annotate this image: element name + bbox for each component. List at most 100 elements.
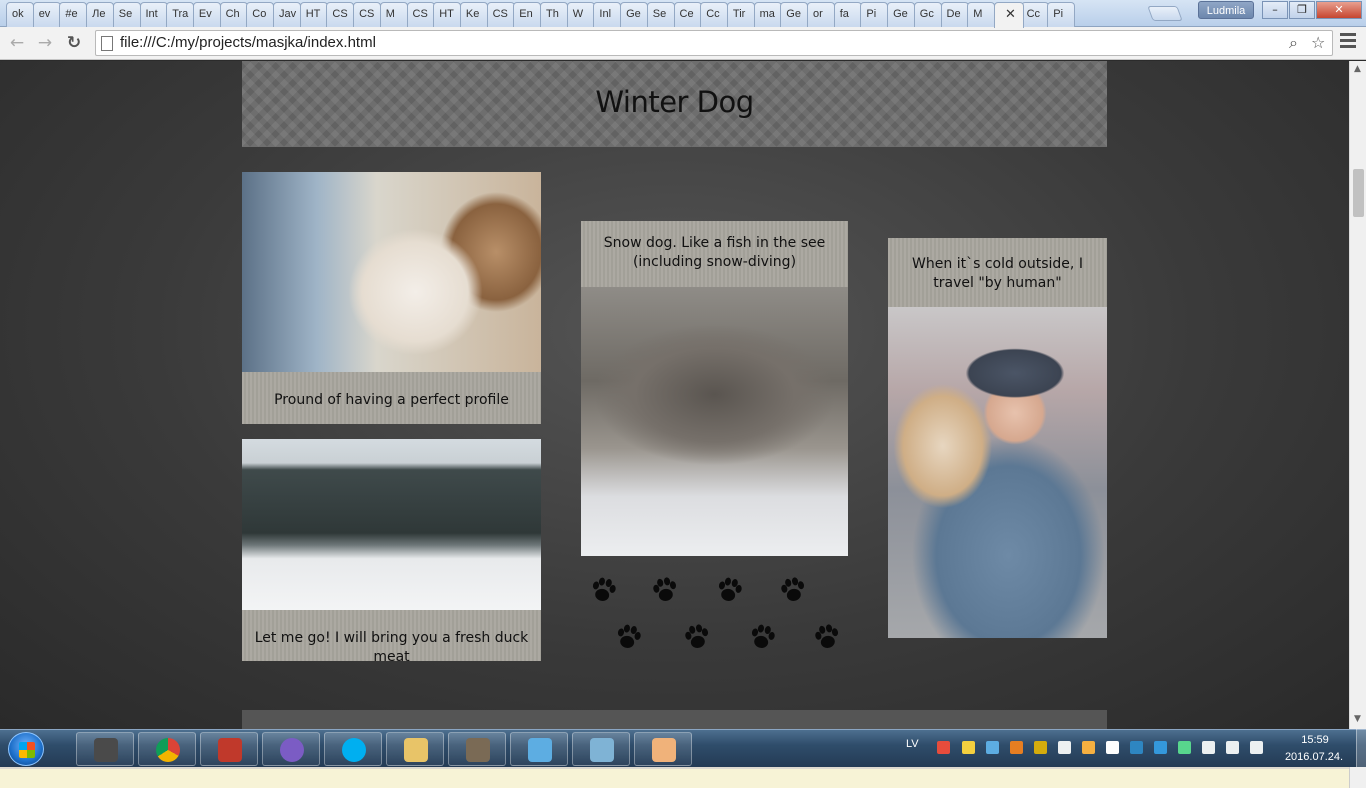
browser-tab[interactable]: fa [833,2,862,27]
taskbar-app-button[interactable] [634,732,692,766]
browser-tab[interactable]: Cc [700,2,729,27]
taskbar-app-button[interactable] [324,732,382,766]
scroll-up-icon[interactable]: ▲ [1354,64,1361,74]
browser-tab[interactable]: CS [406,2,435,27]
taskbar-app-button[interactable] [262,732,320,766]
browser-tab[interactable]: CS [486,2,515,27]
usb-icon[interactable] [1202,741,1215,754]
disk-icon[interactable] [1082,741,1095,754]
scroll-down-icon[interactable]: ▼ [1354,714,1361,724]
tab-close-icon[interactable]: ✕ [1005,3,1016,25]
browser-tab[interactable]: Ev [192,2,221,27]
tab-label: Tra [172,8,189,20]
dropbox-icon[interactable] [1058,741,1071,754]
browser-tab[interactable]: Tir [726,2,755,27]
new-tab-button[interactable] [1147,6,1183,21]
browser-tab[interactable]: #e [59,2,88,27]
browser-tab[interactable]: M [379,2,408,27]
show-desktop-button[interactable] [1356,729,1366,767]
address-bar[interactable]: file:///C:/my/projects/masjka/index.html… [95,30,1333,56]
network-signal-icon[interactable] [1226,741,1239,754]
file-explorer-icon [404,738,428,762]
chrome-menu-icon[interactable] [1340,33,1356,53]
clock-time[interactable]: 15:59 [1290,734,1340,746]
browser-tab[interactable]: Se [112,2,141,27]
browser-tab[interactable]: Gc [913,2,942,27]
browser-tab[interactable]: Inl [593,2,622,27]
browser-tab[interactable]: De [940,2,969,27]
app-tray-icon[interactable] [1010,741,1023,754]
profile-badge[interactable]: Ludmila [1198,1,1254,19]
start-button[interactable] [8,732,44,766]
browser-tab[interactable]: ok [6,2,34,27]
browser-tab[interactable]: Jav [273,2,301,27]
scrollbar-thumb[interactable] [1353,169,1364,217]
browser-toolbar: ← → ↻ file:///C:/my/projects/masjka/inde… [0,27,1366,60]
vertical-scrollbar[interactable]: ▲ ▼ [1349,61,1366,729]
browser-tab[interactable]: Ch [219,2,248,27]
browser-tab[interactable]: or [807,2,835,27]
taskbar-app-button[interactable] [138,732,196,766]
windows-logo-icon [19,742,35,758]
volume-muted-icon[interactable] [937,741,950,754]
flag-icon[interactable] [1106,741,1119,754]
window-close-button[interactable]: ✕ [1316,1,1362,19]
browser-tab[interactable]: Co [246,2,275,27]
browser-tab[interactable]: Ле [86,2,115,27]
browser-tab[interactable]: Pi [860,2,889,27]
paw-print-icon [815,624,839,648]
evernote-icon[interactable] [1178,741,1191,754]
reload-icon[interactable]: ↻ [63,32,85,54]
browser-tab[interactable]: Cc [1020,2,1049,27]
gallery-card[interactable]: Snow dog. Like a fish in the see (includ… [581,221,848,556]
browser-tab[interactable]: M [967,2,996,27]
browser-tab[interactable]: Ke [459,2,488,27]
active-tab[interactable]: ✕ [993,2,1024,28]
tab-label: Ch [225,8,240,20]
browser-tab[interactable]: Ge [887,2,916,27]
browser-tab[interactable]: W [566,2,595,27]
browser-tab[interactable]: HT [433,2,462,27]
browser-tab[interactable]: Ce [673,2,702,27]
taskbar-app-button[interactable] [448,732,506,766]
clock-date[interactable]: 2016.07.24. [1276,751,1352,763]
tab-label: W [572,8,584,20]
forward-arrow-icon[interactable]: → [34,32,56,54]
browser-tab[interactable]: Pi [1047,2,1076,27]
taskbar-app-button[interactable] [386,732,444,766]
security-icon[interactable] [986,741,999,754]
browser-tab[interactable]: Ge [620,2,649,27]
gallery-card[interactable]: When it`s cold outside, I travel "by hum… [888,238,1107,638]
bluetooth-icon[interactable] [1130,741,1143,754]
browser-tab[interactable]: CS [326,2,355,27]
taskbar-app-button[interactable] [200,732,258,766]
browser-tab[interactable]: Se [646,2,675,27]
taskbar-app-button[interactable] [510,732,568,766]
browser-tab[interactable]: En [513,2,542,27]
sync-icon[interactable] [1154,741,1167,754]
speaker-icon[interactable] [1250,741,1263,754]
maximize-button[interactable]: ❐ [1289,1,1315,19]
taskbar-app-button[interactable] [572,732,630,766]
gallery-card[interactable]: Pround of having a perfect profile [242,172,541,424]
package-icon[interactable] [1034,741,1047,754]
emoji-icon[interactable] [962,741,975,754]
browser-tab[interactable]: Th [540,2,568,27]
browser-tab[interactable]: Tra [166,2,195,27]
browser-tab[interactable]: ma [753,2,782,27]
tab-label: CS [359,8,375,20]
browser-tab[interactable]: CS [353,2,382,27]
back-arrow-icon[interactable]: ← [6,32,28,54]
url-text[interactable]: file:///C:/my/projects/masjka/index.html [120,31,376,55]
browser-tab[interactable]: Ge [780,2,809,27]
zoom-icon[interactable]: ⌕ [1289,34,1298,52]
minimize-button[interactable]: – [1262,1,1288,19]
language-indicator[interactable]: LV [906,738,919,750]
browser-tab[interactable]: Int [139,2,168,27]
browser-tab[interactable]: ev [32,2,61,27]
tab-label: ma [759,8,775,20]
bookmark-star-icon[interactable]: ☆ [1311,34,1325,52]
taskbar-app-button[interactable] [76,732,134,766]
browser-tab[interactable]: HT [299,2,328,27]
gallery-card[interactable]: Let me go! I will bring you a fresh duck… [242,439,541,665]
